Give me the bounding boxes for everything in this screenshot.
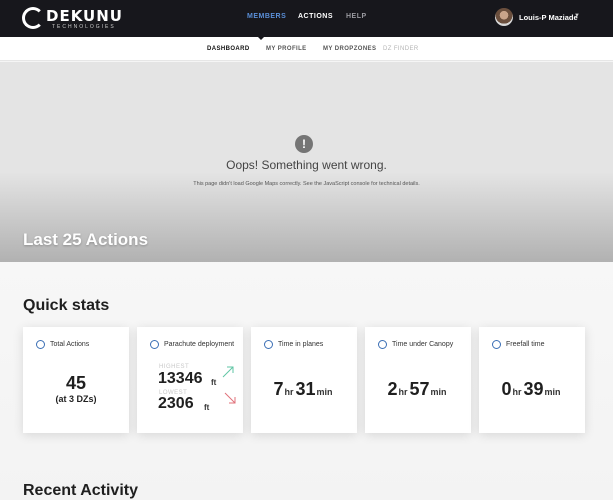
recent-activity-title: Recent Activity [23, 482, 138, 499]
stat-card-total-actions: Total Actions 45 (at 3 DZs) [23, 327, 129, 433]
nav-members[interactable]: MEMBERS [247, 13, 286, 20]
tab-dashboard[interactable]: DASHBOARD [207, 46, 250, 52]
exclamation-icon: ! [295, 135, 313, 153]
sub-navbar: DASHBOARD MY PROFILE MY DROPZONES DZ FIN… [0, 37, 613, 61]
user-name: Louis-P Maziade [519, 13, 578, 22]
dekunu-logo[interactable]: DEKUNU TECHNOLOGIES [22, 6, 122, 32]
chevron-down-icon: ▼ [574, 13, 580, 19]
top-navbar: DEKUNU TECHNOLOGIES MEMBERS ACTIONS HELP… [0, 0, 613, 37]
time-in-planes-value: 7hr 31min [273, 379, 333, 399]
highest-unit: ft [211, 378, 217, 387]
avatar [495, 8, 513, 26]
stat-card-time-under-canopy: Time under Canopy 2hr 57min [365, 327, 471, 433]
logo-tagline: TECHNOLOGIES [52, 24, 116, 30]
map-error-detail: This page didn't load Google Maps correc… [193, 181, 420, 187]
tab-my-dropzones[interactable]: MY DROPZONES [323, 46, 376, 52]
tab-dz-finder[interactable]: DZ FINDER [383, 46, 419, 52]
lowest-unit: ft [204, 403, 210, 412]
arrow-down-right-icon [224, 392, 236, 404]
map-error-title: Oops! Something went wrong. [226, 158, 387, 172]
nav-help[interactable]: HELP [346, 13, 367, 20]
arrow-up-right-icon [222, 366, 234, 378]
card-label: Total Actions [50, 341, 90, 348]
highest-deployment-value: 13346 [158, 370, 203, 387]
card-label: Time in planes [278, 341, 324, 348]
nav-actions[interactable]: ACTIONS [298, 13, 333, 20]
active-tab-marker-icon [258, 37, 264, 40]
total-actions-value: 45 [65, 373, 87, 393]
logo-ring-icon [22, 7, 44, 29]
time-under-canopy-value: 2hr 57min [387, 379, 447, 399]
logo-word: DEKUNU [46, 7, 123, 25]
stat-card-parachute-deployment: Parachute deployment HIGHEST 13346 ft LO… [137, 327, 243, 433]
last-actions-title: Last 25 Actions [23, 230, 149, 249]
canopy-icon [378, 340, 387, 349]
card-label: Freefall time [506, 341, 545, 348]
parachute-icon [150, 340, 159, 349]
freefall-time-value: 0hr 39min [501, 379, 561, 399]
stat-card-time-in-planes: Time in planes 7hr 31min [251, 327, 357, 433]
card-label: Time under Canopy [392, 341, 454, 348]
lowest-deployment-value: 2306 [158, 395, 194, 412]
card-label: Parachute deployment [164, 341, 235, 348]
quick-stats-title: Quick stats [23, 297, 110, 314]
stopwatch-icon [36, 340, 45, 349]
dropzone-count: (at 3 DZs) [55, 394, 97, 404]
tab-my-profile[interactable]: MY PROFILE [266, 46, 307, 52]
plane-icon [264, 340, 273, 349]
stat-card-freefall-time: Freefall time 0hr 39min [479, 327, 585, 433]
freefall-icon [492, 340, 501, 349]
map-panel[interactable]: ! Oops! Something went wrong. This page … [0, 62, 613, 262]
